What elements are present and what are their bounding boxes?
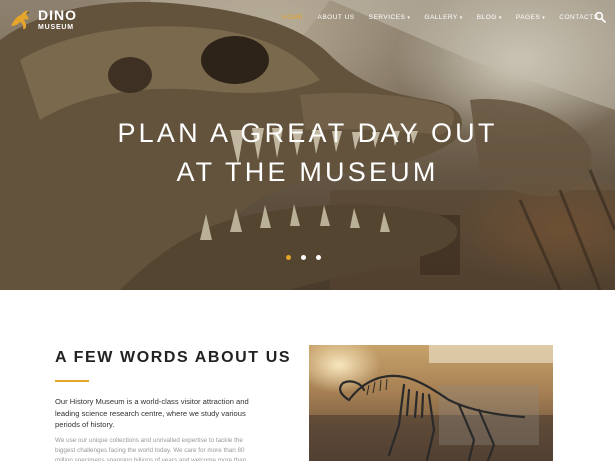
slider-dot-2[interactable] (301, 255, 306, 260)
chevron-down-icon: ▾ (498, 14, 502, 21)
nav-services[interactable]: SERVICES ▾ (369, 14, 411, 21)
nav-gallery[interactable]: GALLERY ▾ (424, 14, 462, 21)
nav-label: ABOUT US (317, 14, 355, 21)
nav-about-us[interactable]: ABOUT US (318, 14, 355, 21)
nav-contacts[interactable]: CONTACTS (559, 14, 598, 21)
kangaroo-dinosaur-logo-icon (11, 10, 29, 29)
slider-dot-3[interactable] (316, 255, 321, 260)
brand-tagline: MUSEUM (38, 23, 74, 31)
museum-skeleton-photo (309, 345, 553, 461)
chevron-down-icon: ▾ (459, 14, 463, 21)
site-logo[interactable]: DINO MUSEUM (8, 6, 77, 32)
hero-headline-line2: AT THE MUSEUM (176, 157, 439, 187)
hero-headline-line1: PLAN A GREAT DAY OUT (117, 118, 498, 148)
about-lead-text: Our History Museum is a world-class visi… (55, 397, 249, 429)
about-body-text: We use our unique collections and unriva… (55, 437, 247, 461)
brand-name: DINO (38, 6, 77, 23)
nav-label: SERVICES (368, 14, 406, 21)
nav-home[interactable]: HOME (282, 14, 304, 21)
nav-label: CONTACTS (559, 14, 599, 21)
about-title: A FEW WORDS ABOUT US (55, 349, 292, 366)
main-nav: HOME ABOUT US SERVICES ▾ GALLERY ▾ BLOG ▾ P… (282, 14, 613, 21)
slider-dot-1[interactable] (286, 255, 291, 260)
nav-label: HOME (282, 14, 304, 21)
nav-pages[interactable]: PAGES ▾ (516, 14, 545, 21)
dinosaur-skeleton-image (309, 345, 553, 461)
nav-label: BLOG (476, 14, 497, 21)
nav-label: PAGES (515, 14, 541, 21)
nav-label: GALLERY (424, 14, 458, 21)
chevron-down-icon: ▾ (407, 14, 411, 21)
slider-pagination (286, 255, 321, 260)
search-icon[interactable] (594, 11, 606, 23)
nav-blog[interactable]: BLOG ▾ (477, 14, 502, 21)
chevron-down-icon: ▾ (542, 14, 546, 21)
accent-divider (55, 380, 89, 382)
